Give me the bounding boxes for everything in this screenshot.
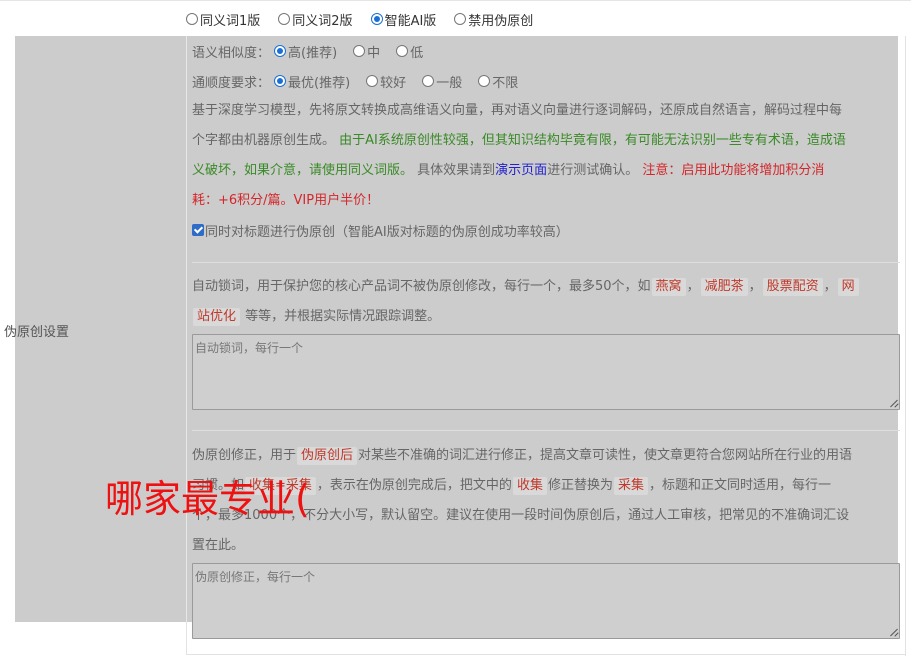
ai-description: 基于深度学习模型，先将原文转换成高维语义向量，再对语义向量进行逐词解码，还原成自… [192, 96, 898, 216]
demo-page-link[interactable]: 演示页面 [495, 163, 547, 178]
example-tag: 网 [837, 278, 859, 296]
similarity-option-label: 中 [367, 45, 381, 61]
fluency-option-label: 较好 [380, 75, 407, 91]
radio-icon[interactable] [278, 13, 291, 25]
description-line: 义破坏，如果介意，请使用同义词版。 具体效果请到演示页面进行测试确认。 注意：启… [192, 156, 898, 186]
radio-icon[interactable] [454, 13, 467, 25]
example-tag: 减肥茶 [700, 278, 748, 296]
radio-checked-icon[interactable] [370, 13, 383, 25]
similarity-option-label: 低 [410, 45, 424, 61]
lock-words-text: 自动锁词，用于保护您的核心产品词不被伪原创修改，每行一个，最多50个，如 [192, 279, 651, 294]
section-divider [192, 430, 900, 431]
description-text: 个字都由机器原创生成。 [192, 133, 336, 148]
title-rewrite-row: 同时对标题进行伪原创（智能AI版对标题的伪原创成功率较高） [192, 216, 900, 244]
description-warning-text: 由于AI系统原创性较强，但其知识结构毕竟有限，有可能无法识别一些专有术语，造成语 [339, 133, 846, 148]
similarity-option-low[interactable]: 低 [396, 42, 423, 61]
mode-option-synonym-v2[interactable]: 同义词2版 [278, 10, 353, 29]
frame-border-right [905, 36, 906, 656]
resize-grip-icon[interactable] [888, 398, 898, 408]
fluency-option-good[interactable]: 较好 [366, 72, 406, 91]
settings-row-label: 伪原创设置 [4, 325, 70, 340]
radio-icon[interactable] [478, 75, 491, 87]
correction-text: 对某些不准确的词汇进行修正，提高文章可读性，使文章更符合您网站所在行业的用语 [358, 448, 853, 463]
fluency-option-best[interactable]: 最优(推荐) [274, 72, 350, 91]
description-text: 具体效果请到 [417, 163, 496, 178]
resize-grip-icon[interactable] [888, 627, 898, 637]
title-rewrite-label: 同时对标题进行伪原创（智能AI版对标题的伪原创成功率较高） [205, 224, 569, 240]
correction-description: 置在此。 [192, 531, 900, 561]
correction-text: 伪原创修正，用于 [192, 448, 297, 463]
lock-words-text: 等等，并根据实际情况跟踪调整。 [245, 309, 441, 324]
radio-icon[interactable] [366, 75, 379, 87]
similarity-label: 语义相似度： [192, 45, 271, 61]
fluency-label: 通顺度要求： [192, 75, 271, 91]
description-text: 基于深度学习模型，先将原文转换成高维语义向量，再对语义向量进行逐词解码，还原成自… [192, 103, 843, 118]
example-tag: 燕窝 [651, 278, 686, 296]
similarity-option-medium[interactable]: 中 [353, 42, 380, 61]
example-tag: 站优化 [193, 308, 241, 326]
mode-option-ai[interactable]: 智能AI版 [370, 10, 437, 29]
overlay-caption: 哪家最专业( [105, 477, 310, 521]
radio-icon[interactable] [353, 45, 366, 57]
example-tag: 股票配资 [762, 278, 823, 296]
mode-radio-group: 同义词1版 同义词2版 智能AI版 禁用伪原创 [186, 10, 551, 29]
column-separator [186, 36, 187, 622]
mode-option-label: 同义词1版 [200, 13, 261, 29]
settings-content: 语义相似度： 高(推荐) 中 低 通顺度要求： 最优(推荐) 较好 一般 不限 … [192, 36, 900, 244]
radio-icon[interactable] [186, 13, 198, 25]
mode-option-synonym-v1[interactable]: 同义词1版 [186, 10, 260, 29]
description-warning-text: 义破坏，如果介意，请使用同义词版。 [192, 163, 414, 178]
description-line: 耗：+6积分/篇。VIP用户半价！ [192, 186, 898, 216]
fluency-row: 通顺度要求： 最优(推荐) 较好 一般 不限 [192, 66, 900, 96]
similarity-option-label: 高(推荐) [288, 45, 338, 61]
description-text: 进行测试确认。 [547, 163, 639, 178]
fluency-option-normal[interactable]: 一般 [422, 72, 462, 91]
correction-text: 修正替换为 [547, 478, 613, 493]
radio-icon[interactable] [396, 45, 409, 57]
radio-checked-icon[interactable] [274, 75, 287, 87]
fluency-option-label: 不限 [492, 75, 519, 91]
frame-border-left [186, 622, 187, 655]
correction-text: ，标题和正文同时适用，每行一 [648, 478, 831, 493]
example-tag: 伪原创后 [297, 447, 358, 465]
cost-notice-text: 注意：启用此功能将增加积分消 [642, 163, 825, 178]
lock-words-section: 自动锁词，用于保护您的核心产品词不被伪原创修改，每行一个，最多50个，如 燕窝，减… [192, 272, 900, 332]
lock-words-textarea[interactable] [192, 334, 900, 410]
description-line: 个字都由机器原创生成。 由于AI系统原创性较强，但其知识结构毕竟有限，有可能无法… [192, 126, 898, 156]
correction-text: ，表示在伪原创完成后，把文中的 [316, 478, 512, 493]
radio-icon[interactable] [422, 75, 435, 87]
radio-checked-icon[interactable] [274, 45, 287, 57]
correction-textarea[interactable] [192, 563, 900, 639]
example-tag: 收集 [512, 477, 547, 495]
mode-option-label: 同义词2版 [292, 13, 353, 29]
fluency-option-label: 最优(推荐) [288, 75, 351, 91]
correction-text: 置在此。 [192, 538, 245, 553]
top-border [0, 0, 911, 1]
correction-description: 伪原创修正，用于 伪原创后 对某些不准确的词汇进行修正，提高文章可读性，使文章更符合… [192, 441, 900, 471]
section-divider [192, 262, 900, 263]
cost-notice-text: 耗：+6积分/篇。VIP用户半价！ [192, 193, 380, 208]
mode-option-label: 禁用伪原创 [468, 13, 534, 29]
title-rewrite-checkbox[interactable] [192, 224, 204, 236]
lock-words-description: 自动锁词，用于保护您的核心产品词不被伪原创修改，每行一个，最多50个，如 燕窝，减… [192, 272, 900, 302]
fluency-option-label: 一般 [436, 75, 463, 91]
example-tag: 采集 [613, 477, 648, 495]
fluency-option-any[interactable]: 不限 [478, 72, 518, 91]
frame-border-bottom [186, 654, 906, 655]
description-line: 基于深度学习模型，先将原文转换成高维语义向量，再对语义向量进行逐词解码，还原成自… [192, 96, 898, 126]
similarity-row: 语义相似度： 高(推荐) 中 低 [192, 36, 900, 66]
lock-words-description: 站优化 等等，并根据实际情况跟踪调整。 [192, 302, 900, 332]
similarity-option-high[interactable]: 高(推荐) [274, 42, 337, 61]
mode-option-label: 智能AI版 [384, 13, 437, 29]
mode-option-disabled[interactable]: 禁用伪原创 [454, 10, 533, 29]
